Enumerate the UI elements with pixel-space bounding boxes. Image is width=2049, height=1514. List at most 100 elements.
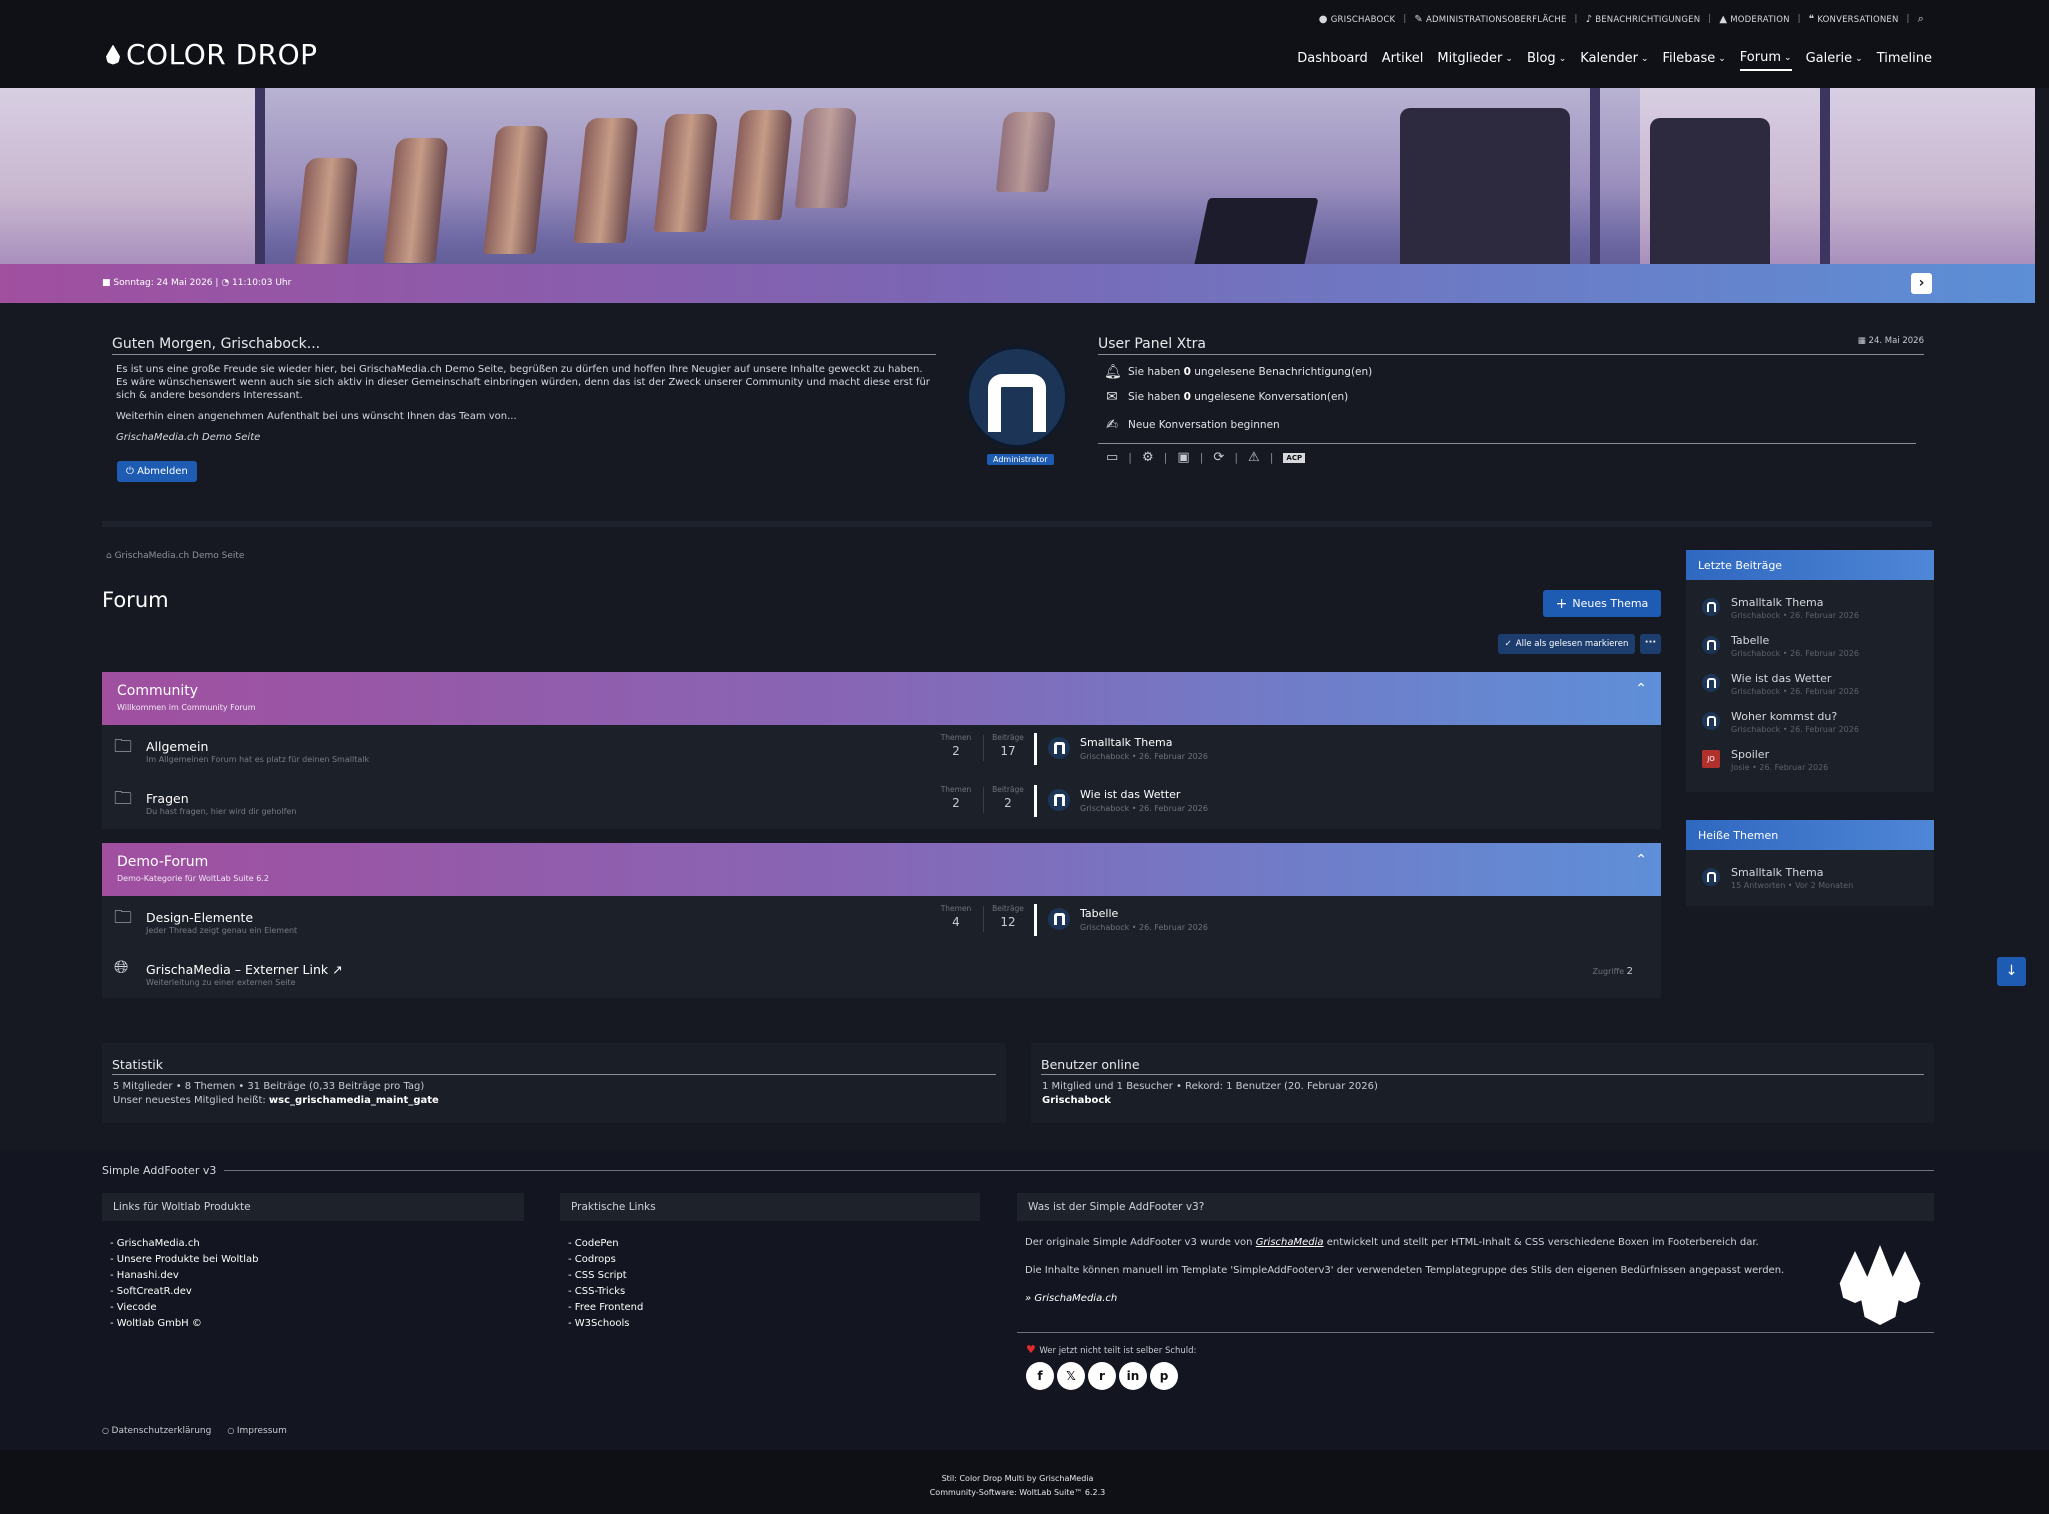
nav-mitglieder[interactable]: Mitglieder ⌄ xyxy=(1437,50,1513,71)
footer-brand-link[interactable]: GrischaMedia xyxy=(1256,1237,1324,1248)
imprint-link[interactable]: Impressum xyxy=(227,1426,287,1436)
avatar[interactable] xyxy=(1048,908,1070,930)
chevron-up-icon[interactable]: ⌃ xyxy=(1635,852,1647,868)
user-circle-icon: ● xyxy=(1318,13,1328,25)
refresh-icon[interactable]: ⟳ xyxy=(1213,450,1224,465)
userbar-item-user[interactable]: ● GRISCHABOCK xyxy=(1319,14,1396,25)
nav-blog[interactable]: Blog ⌄ xyxy=(1527,50,1566,71)
image-icon[interactable]: ▣ xyxy=(1177,450,1189,465)
footer-link[interactable]: SoftCreatR.dev xyxy=(110,1284,258,1300)
scroll-down-button[interactable]: ↓ xyxy=(1997,957,2026,986)
footer-link[interactable]: Codrops xyxy=(568,1252,643,1268)
id-card-icon[interactable]: ▭ xyxy=(1106,450,1118,465)
new-conversation-link[interactable]: ✍ Neue Konversation beginnen xyxy=(1098,417,1924,433)
warning-icon[interactable]: ⚠ xyxy=(1248,450,1260,465)
last-post-title[interactable]: Smalltalk Thema xyxy=(1080,736,1172,749)
footer-link[interactable]: Unsere Produkte bei Woltlab xyxy=(110,1252,259,1268)
check-icon: ✓ xyxy=(1504,639,1512,649)
last-post-meta: Grischabock • 26. Februar 2026 xyxy=(1080,752,1208,761)
style-credit[interactable]: Stil: Color Drop Multi by GrischaMedia xyxy=(0,1472,2035,1486)
userbar-item-conversations[interactable]: ❝ KONVERSATIONEN xyxy=(1809,14,1899,25)
x-icon[interactable]: 𝕏 xyxy=(1057,1362,1085,1390)
hero-chair xyxy=(794,108,858,208)
avatar xyxy=(1702,674,1720,692)
nav-filebase[interactable]: Filebase ⌄ xyxy=(1663,50,1726,71)
newest-member-link[interactable]: wsc_grischamedia_maint_gate xyxy=(269,1095,439,1106)
avatar[interactable] xyxy=(1048,737,1070,759)
search-icon[interactable]: ⌕ xyxy=(1918,12,1924,26)
footer-link[interactable]: Viecode xyxy=(110,1300,258,1316)
link-hits: Zugriffe 2 xyxy=(1592,966,1634,977)
hero-next-button[interactable]: › xyxy=(1911,273,1932,294)
board-name[interactable]: GrischaMedia – Externer Link ↗ xyxy=(146,962,343,977)
category-header-demo-forum[interactable]: Demo-Forum Demo-Kategorie für WoltLab Su… xyxy=(102,843,1661,896)
footer-link[interactable]: Free Frontend xyxy=(568,1300,644,1316)
more-options-button[interactable]: ··· xyxy=(1640,634,1661,654)
chevron-up-icon[interactable]: ⌃ xyxy=(1635,681,1647,697)
pinterest-icon[interactable]: p xyxy=(1150,1362,1178,1390)
divider xyxy=(983,735,984,761)
footer-link[interactable]: GrischaMedia.ch xyxy=(110,1236,258,1252)
divider xyxy=(1034,904,1037,936)
hero-chair xyxy=(483,126,549,254)
nav-dashboard[interactable]: Dashboard xyxy=(1297,50,1368,71)
breadcrumb[interactable]: ⌂ GrischaMedia.ch Demo Seite xyxy=(106,551,244,561)
share-text: ♥ Wer jetzt nicht teilt ist selber Schul… xyxy=(1026,1343,1197,1356)
category-header-community[interactable]: Community Willkommen im Community Forum … xyxy=(102,672,1661,725)
footer-link[interactable]: W3Schools xyxy=(568,1316,643,1332)
logout-button[interactable]: ⏻ Abmelden xyxy=(117,461,197,482)
software-credit[interactable]: Community-Software: WoltLab Suite™ 6.2.3 xyxy=(0,1486,2035,1500)
footer-link[interactable]: CSS Script xyxy=(568,1268,643,1284)
avatar[interactable] xyxy=(1048,789,1070,811)
greeting-title: Guten Morgen, Grischabock... xyxy=(112,336,936,355)
avatar[interactable] xyxy=(966,346,1068,448)
reddit-icon[interactable]: r xyxy=(1088,1362,1116,1390)
board-posts-stat: Beiträge 12 xyxy=(992,904,1024,929)
site-logo[interactable]: COLOR DROP xyxy=(106,38,318,71)
userbar-item-notifications[interactable]: ♪ BENACHRICHTIGUNGEN xyxy=(1586,14,1701,25)
home-icon: ⌂ xyxy=(106,551,115,561)
hero-chair xyxy=(383,138,449,263)
acp-button[interactable]: ACP xyxy=(1283,452,1306,463)
folder-icon: 🗀 xyxy=(114,907,132,928)
nav-kalender[interactable]: Kalender ⌄ xyxy=(1580,50,1648,71)
mark-all-read-button[interactable]: ✓ Alle als gelesen markieren xyxy=(1498,634,1635,654)
board-row[interactable]: 🗀 Design-Elemente Jeder Thread zeigt gen… xyxy=(102,896,1661,948)
userbar-item-moderation[interactable]: ▲ MODERATION xyxy=(1719,14,1789,25)
category-title: Demo-Forum xyxy=(117,854,209,870)
nav-galerie[interactable]: Galerie ⌄ xyxy=(1806,50,1863,71)
avatar xyxy=(1702,636,1720,654)
footer-link[interactable]: CSS-Tricks xyxy=(568,1284,643,1300)
footer-link[interactable]: Woltlab GmbH © xyxy=(110,1316,258,1332)
linkedin-icon[interactable]: in xyxy=(1119,1362,1147,1390)
board-row[interactable]: 🗀 Allgemein Im Allgemeinen Forum hat es … xyxy=(102,725,1661,777)
online-user-link[interactable]: Grischabock xyxy=(1042,1095,1111,1106)
footer-link[interactable]: CodePen xyxy=(568,1236,643,1252)
last-post-title[interactable]: Tabelle xyxy=(1080,907,1118,920)
conversations-status[interactable]: ✉ Sie haben 0 ungelesene Konversation(en) xyxy=(1098,389,1924,405)
welcome-panel: Guten Morgen, Grischabock... Es ist uns … xyxy=(102,318,1932,527)
facebook-icon[interactable]: f xyxy=(1026,1362,1054,1390)
footer-more-link[interactable]: » GrischaMedia.ch xyxy=(1025,1292,1905,1306)
userbar-item-acp[interactable]: ✎ ADMINISTRATIONSOBERFLÄCHE xyxy=(1414,14,1566,25)
nav-artikel[interactable]: Artikel xyxy=(1382,50,1424,71)
footer-link[interactable]: Hanashi.dev xyxy=(110,1268,258,1284)
board-row[interactable]: 🗀 Fragen Du hast fragen, hier wird dir g… xyxy=(102,777,1661,829)
last-post-title[interactable]: Wie ist das Wetter xyxy=(1080,788,1180,801)
nav-timeline[interactable]: Timeline xyxy=(1877,50,1932,71)
external-link-row[interactable]: 🌐︎ GrischaMedia – Externer Link ↗ Weiter… xyxy=(102,948,1661,1000)
statistics-summary: 5 Mitglieder • 8 Themen • 31 Beiträge (0… xyxy=(113,1081,425,1092)
nav-forum[interactable]: Forum ⌄ xyxy=(1739,50,1792,71)
board-name[interactable]: Allgemein xyxy=(146,739,208,754)
bell-icon: 🔔︎ xyxy=(1104,364,1122,380)
board-name[interactable]: Fragen xyxy=(146,791,189,806)
hero-window-frame xyxy=(1590,88,1600,278)
board-name[interactable]: Design-Elemente xyxy=(146,910,253,925)
category-boards: 🗀 Allgemein Im Allgemeinen Forum hat es … xyxy=(102,725,1661,829)
avatar: JO xyxy=(1702,750,1720,768)
new-thread-button[interactable]: + Neues Thema xyxy=(1543,590,1661,617)
user-panel-title: User Panel Xtra ▦ 24. Mai 2026 xyxy=(1098,336,1924,355)
privacy-link[interactable]: Datenschutzerklärung xyxy=(102,1426,212,1436)
user-cog-icon[interactable]: ⚙ xyxy=(1142,450,1154,465)
notifications-status[interactable]: 🔔︎ Sie haben 0 ungelesene Benachrichtigun… xyxy=(1098,364,1924,380)
